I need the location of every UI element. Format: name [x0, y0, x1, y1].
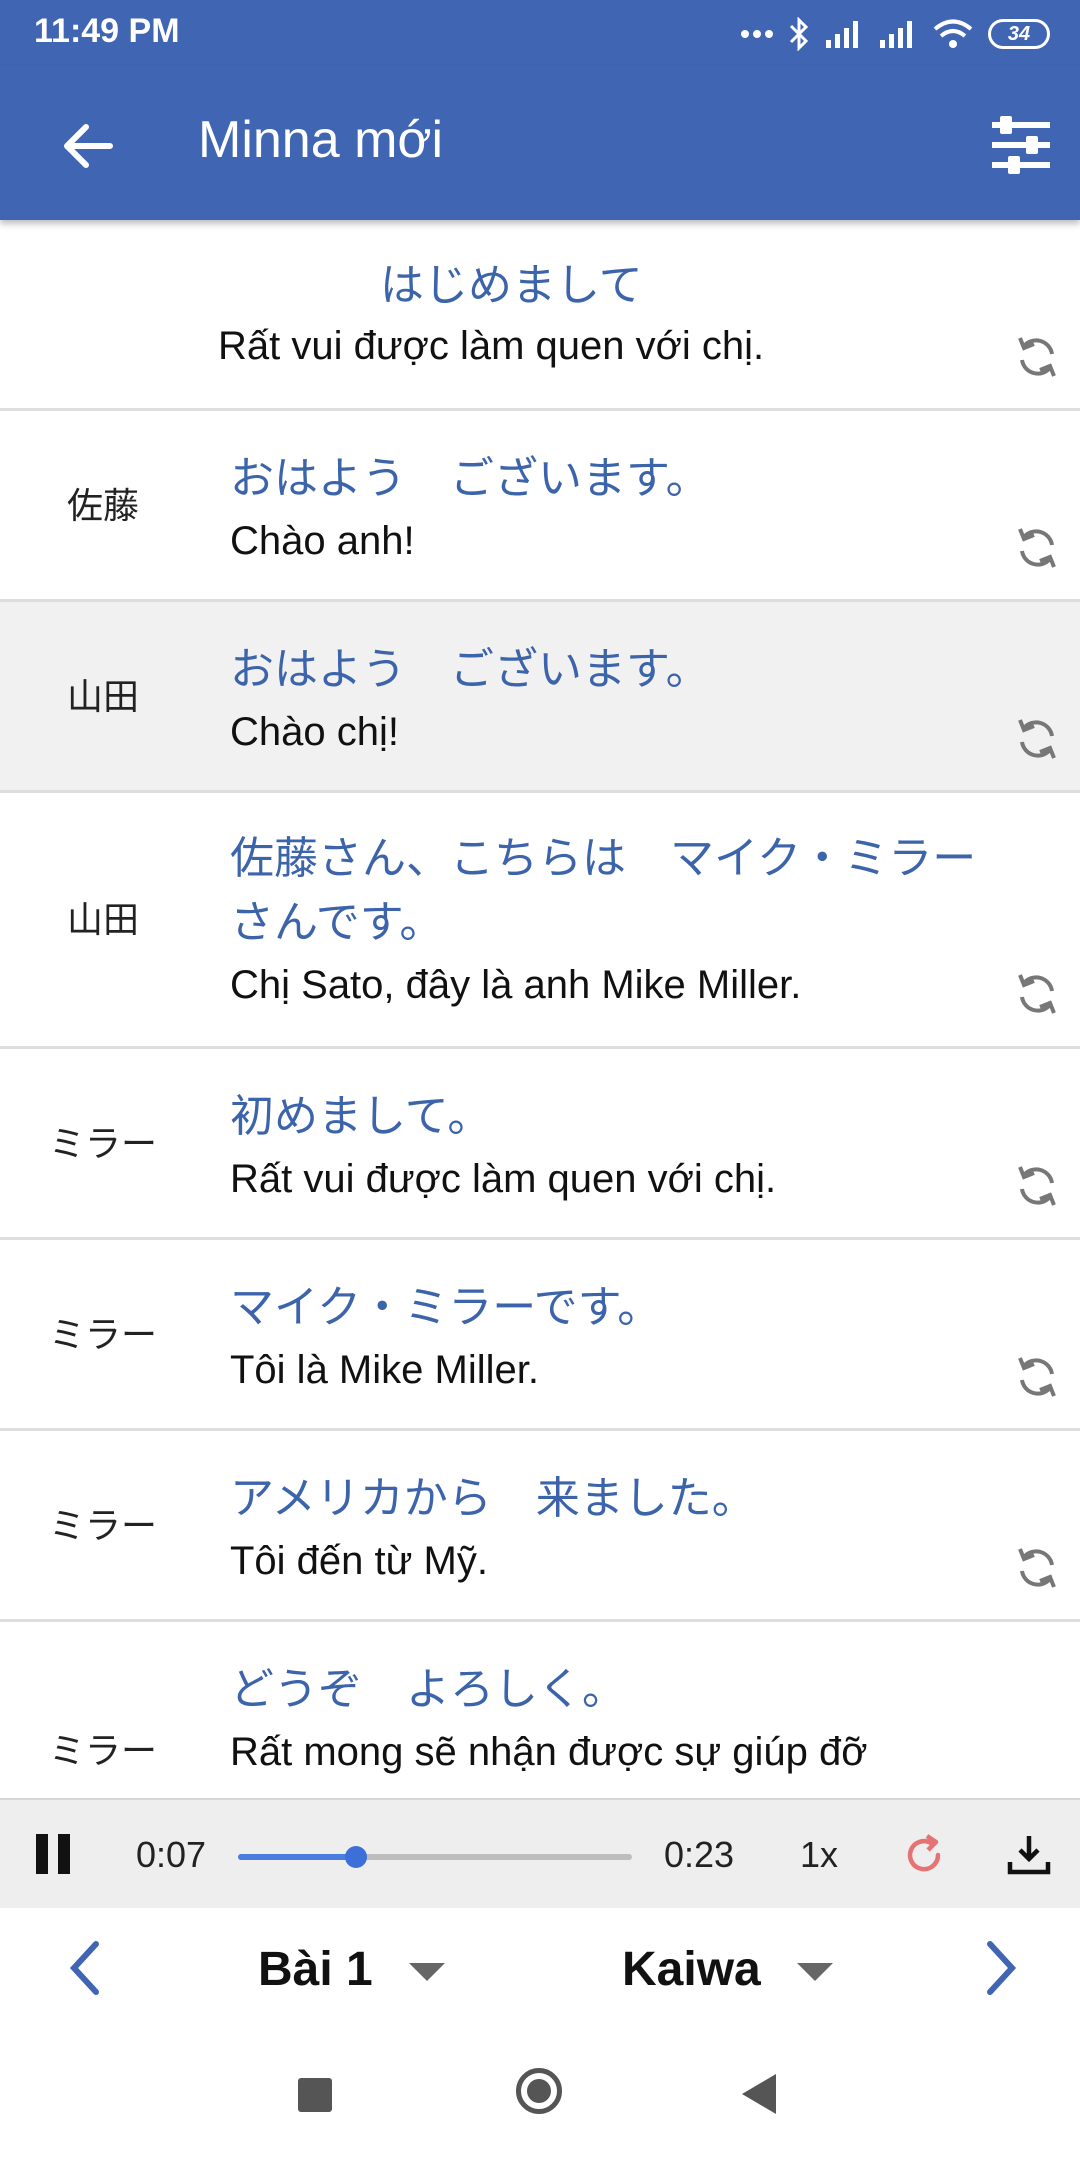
playback-speed-button[interactable]: 1x	[800, 1834, 838, 1876]
back-triangle-icon[interactable]	[742, 2074, 776, 2114]
vietnamese-text: Rất vui được làm quen với chị.	[230, 1157, 777, 1201]
signal-icon	[826, 21, 858, 48]
repeat-icon[interactable]	[1012, 332, 1062, 382]
vietnamese-text: Rất mong sẽ nhận được sự giúp đỡ	[230, 1730, 868, 1774]
speaker-name: ミラー	[48, 1731, 157, 1772]
vietnamese-text: Tôi là Mike Miller.	[230, 1348, 539, 1392]
japanese-text: マイク・ミラーです。	[230, 1282, 662, 1333]
japanese-text: どうぞ よろしく。	[230, 1664, 626, 1715]
replay-icon[interactable]	[900, 1830, 950, 1880]
japanese-text: 佐藤さん、こちらは マイク・ミラー	[230, 833, 977, 884]
lesson-dropdown[interactable]: Bài 1	[258, 1936, 445, 2002]
seek-bar[interactable]	[238, 1846, 632, 1868]
japanese-text-continued: さんです。	[230, 897, 444, 948]
back-arrow-icon[interactable]	[52, 110, 124, 182]
list-item[interactable]: はじめまして Rất vui được làm quen với chị.	[0, 220, 1080, 411]
status-time: 11:49 PM	[34, 12, 180, 50]
speaker-name: 山田	[66, 677, 139, 718]
dialogue-list[interactable]: はじめまして Rất vui được làm quen với chị. 佐藤…	[0, 220, 1080, 1798]
list-item-active[interactable]: 山田 おはよう ございます。 Chào chị!	[0, 602, 1080, 793]
repeat-icon[interactable]	[1012, 1543, 1062, 1593]
system-navigation-bar	[0, 2030, 1080, 2160]
list-item[interactable]: ミラー どうぞ よろしく。 Rất mong sẽ nhận được sự g…	[0, 1622, 1080, 1798]
vietnamese-text: Chào chị!	[230, 710, 399, 754]
japanese-text: アメリカから 来ました。	[230, 1473, 756, 1524]
chevron-left-icon[interactable]	[56, 1936, 116, 2000]
status-bar: 11:49 PM 34	[0, 0, 1080, 66]
japanese-text: おはよう ございます。	[230, 644, 710, 695]
vietnamese-text: Chị Sato, đây là anh Mike Miller.	[230, 963, 802, 1007]
japanese-text: おはよう ございます。	[230, 453, 710, 504]
chevron-down-icon	[796, 1963, 833, 1981]
tune-settings-icon[interactable]	[986, 110, 1056, 180]
list-item[interactable]: 山田 佐藤さん、こちらは マイク・ミラー さんです。 Chị Sato, đây…	[0, 793, 1080, 1049]
pause-button[interactable]	[36, 1834, 74, 1874]
speaker-name: ミラー	[48, 1315, 157, 1356]
vietnamese-text: Chào anh!	[230, 519, 415, 563]
lesson-nav: Bài 1 Kaiwa	[0, 1908, 1080, 2031]
section-dropdown[interactable]: Kaiwa	[622, 1936, 833, 2002]
list-item[interactable]: 佐藤 おはよう ございます。 Chào anh!	[0, 411, 1080, 602]
page-title: Minna mới	[198, 111, 444, 169]
repeat-icon[interactable]	[1012, 714, 1062, 764]
download-icon[interactable]	[1004, 1830, 1054, 1880]
home-circle-icon[interactable]	[516, 2068, 562, 2114]
status-icons: 34	[740, 12, 1050, 56]
speaker-name: ミラー	[48, 1506, 157, 1547]
current-time: 0:07	[136, 1834, 207, 1875]
japanese-text: 初めまして。	[230, 1091, 492, 1142]
chevron-down-icon	[408, 1963, 445, 1981]
seek-bar-progress	[238, 1854, 357, 1860]
app-bar: Minna mới	[0, 66, 1080, 220]
repeat-icon[interactable]	[1012, 523, 1062, 573]
chevron-right-icon[interactable]	[970, 1936, 1030, 2000]
battery-indicator: 34	[988, 19, 1050, 49]
section-label: Kaiwa	[622, 1942, 761, 1996]
lesson-label: Bài 1	[258, 1942, 373, 1996]
audio-player: 0:07 0:23 1x	[0, 1798, 1080, 1910]
signal-icon	[880, 21, 912, 48]
list-item[interactable]: ミラー アメリカから 来ました。 Tôi đến từ Mỹ.	[0, 1431, 1080, 1622]
speaker-name: 佐藤	[66, 486, 139, 527]
recents-square-icon[interactable]	[298, 2078, 332, 2112]
list-item[interactable]: ミラー 初めまして。 Rất vui được làm quen với chị…	[0, 1049, 1080, 1240]
wifi-icon	[933, 19, 973, 48]
pause-icon-bar	[36, 1834, 48, 1874]
bluetooth-icon	[789, 17, 809, 51]
japanese-text: はじめまして	[380, 260, 643, 311]
list-item[interactable]: ミラー マイク・ミラーです。 Tôi là Mike Miller.	[0, 1240, 1080, 1431]
vietnamese-text: Tôi đến từ Mỹ.	[230, 1539, 488, 1583]
repeat-icon[interactable]	[1012, 1161, 1062, 1211]
repeat-icon[interactable]	[1012, 969, 1062, 1019]
pause-icon-bar	[58, 1834, 70, 1874]
vietnamese-text: Rất vui được làm quen với chị.	[218, 324, 765, 368]
speaker-name: 山田	[66, 900, 139, 941]
more-dots-icon	[741, 30, 773, 38]
repeat-icon[interactable]	[1012, 1352, 1062, 1402]
duration-time: 0:23	[664, 1834, 735, 1875]
speaker-name: ミラー	[48, 1124, 157, 1165]
seek-thumb[interactable]	[345, 1846, 368, 1868]
